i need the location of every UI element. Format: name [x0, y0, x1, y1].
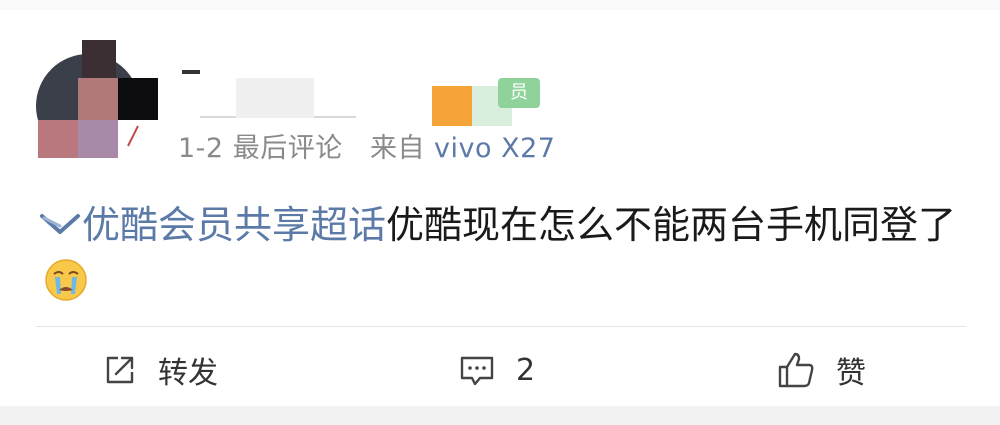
- avatar[interactable]: [36, 40, 158, 158]
- badge-green-pill: 员: [498, 78, 540, 108]
- bottom-separator: [0, 406, 1000, 425]
- post-date: 1-2: [178, 133, 224, 164]
- avatar-mosaic-block: [118, 78, 158, 120]
- like-button[interactable]: 赞: [776, 348, 866, 392]
- post-source[interactable]: vivo X27: [434, 133, 555, 164]
- post-meta: 1-2 最后评论 来自 vivo X27: [178, 126, 555, 165]
- post-meta-label: 最后评论: [232, 133, 343, 164]
- post-text: 优酷现在怎么不能两台手机同登了: [386, 203, 957, 247]
- avatar-mosaic-block: [78, 120, 118, 158]
- member-badge[interactable]: 员: [432, 78, 540, 132]
- username-redaction: [236, 78, 314, 118]
- avatar-stroke: [127, 125, 139, 147]
- super-topic-icon: [40, 214, 80, 234]
- avatar-mosaic-block: [78, 78, 118, 120]
- badge-text: 员: [510, 82, 528, 103]
- like-label: 赞: [836, 356, 866, 391]
- comment-button[interactable]: 2: [458, 348, 535, 392]
- avatar-mosaic-block: [38, 120, 78, 158]
- username-mark: [182, 70, 200, 74]
- comment-icon: [460, 356, 494, 386]
- post-card: 员 1-2 最后评论 来自 vivo X27 优酷会员共享超话优酷现在怎么不能两…: [0, 10, 1000, 406]
- crying-face-icon: [45, 259, 87, 301]
- post-content: 优酷会员共享超话优酷现在怎么不能两台手机同登了: [38, 196, 968, 312]
- comment-count: 2: [516, 352, 536, 388]
- avatar-mosaic-block: [82, 40, 116, 78]
- repost-label: 转发: [158, 356, 218, 391]
- thumbs-up-icon: [778, 352, 814, 388]
- top-separator: [0, 0, 1000, 10]
- topic-name: 优酷会员共享超话: [82, 203, 387, 247]
- badge-orange-block: [432, 86, 472, 126]
- repost-button[interactable]: 转发: [102, 348, 218, 392]
- repost-icon: [106, 356, 134, 384]
- actions-divider: [36, 326, 966, 327]
- topic-link[interactable]: 优酷会员共享超话: [38, 203, 386, 247]
- source-prefix: 来自: [369, 133, 425, 164]
